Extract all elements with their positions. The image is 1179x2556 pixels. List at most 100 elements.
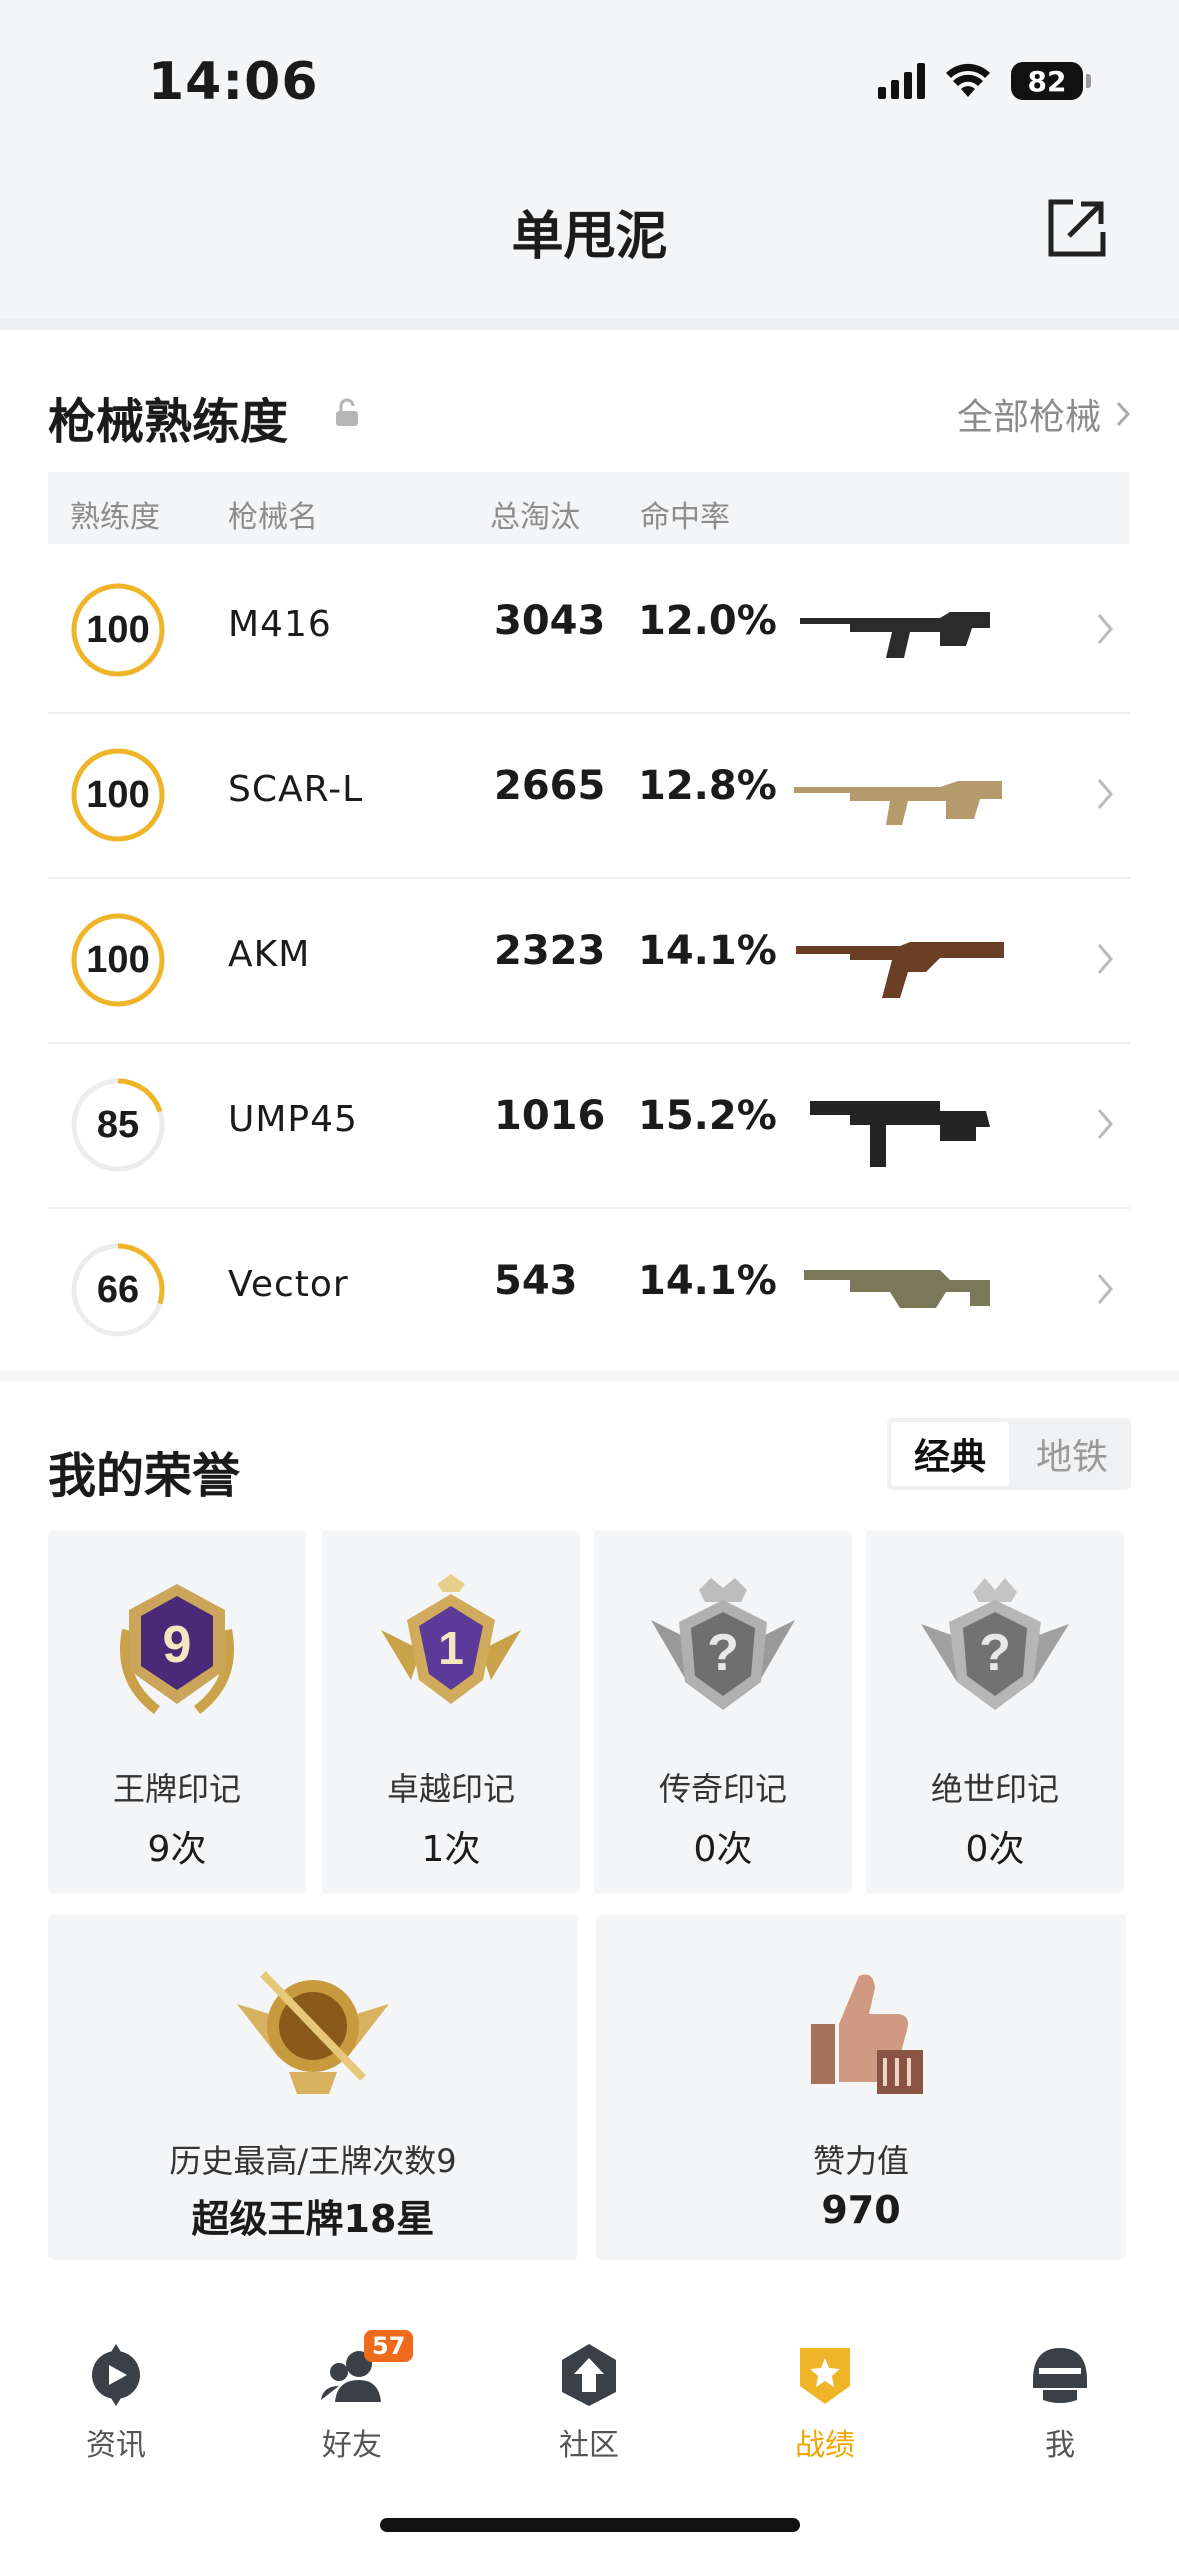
col-hit-rate: 命中率 — [640, 500, 730, 535]
tab-news[interactable]: 资讯 — [16, 2340, 216, 2464]
mastery-level: 66 — [96, 1268, 140, 1311]
chevron-right-icon — [1097, 1274, 1113, 1304]
weapon-image — [794, 781, 1002, 825]
chevron-right-icon — [1097, 779, 1113, 809]
svg-text:9: 9 — [163, 1616, 192, 1674]
weapon-image — [796, 942, 1004, 998]
weapon-kills: 1016 — [494, 1093, 606, 1139]
tab-label: 资讯 — [86, 2428, 146, 2463]
honor-label: 卓越印记 — [386, 1770, 515, 1808]
col-mastery: 熟练度 — [70, 500, 160, 535]
news-icon — [92, 2344, 140, 2406]
peerless-mark-badge-icon: ? — [921, 1578, 1069, 1710]
thumbs-up-icon — [811, 1974, 923, 2094]
weapons-table-header: 熟练度 枪械名 总淘汰 命中率 — [48, 472, 1130, 544]
tab-label: 好友 — [322, 2428, 382, 2463]
best-rank-label: 历史最高/王牌次数9 — [169, 2142, 457, 2180]
chevron-right-icon — [1097, 1109, 1113, 1139]
weapon-image — [804, 1270, 990, 1308]
best-rank-cell[interactable]: 历史最高/王牌次数9 超级王牌18星 — [48, 1914, 578, 2260]
honor-label: 王牌印记 — [112, 1770, 241, 1808]
weapon-hit-rate: 15.2% — [638, 1093, 777, 1139]
weapon-name: UMP45 — [228, 1099, 358, 1140]
weapon-row[interactable]: 100 M416 3043 12.0% — [48, 548, 1130, 714]
weapon-name: AKM — [228, 934, 311, 975]
tab-label: 我 — [1045, 2428, 1075, 2463]
tab-label: 社区 — [559, 2428, 619, 2463]
status-time: 14:06 — [148, 52, 319, 112]
likes-value: 970 — [821, 2188, 901, 2232]
toggle-metro[interactable]: 地铁 — [1013, 1418, 1131, 1490]
honor-legend-mark[interactable]: ? 传奇印记 0次 — [594, 1530, 852, 1894]
col-total-kills: 总淘汰 — [490, 500, 580, 535]
friends-notification-badge: 57 — [364, 2330, 414, 2362]
best-rank-value: 超级王牌18星 — [191, 2197, 435, 2241]
page-title: 单甩泥 — [511, 207, 668, 267]
tab-community[interactable]: 社区 — [489, 2340, 689, 2464]
likes-cell[interactable]: 赞力值 970 — [596, 1914, 1126, 2260]
unlock-icon — [336, 398, 358, 426]
weapon-hit-rate: 12.0% — [638, 598, 777, 644]
honor-count: 1次 — [421, 1829, 481, 1870]
all-weapons-label: 全部枪械 — [956, 397, 1101, 438]
honor-excellence-mark[interactable]: 1 卓越印记 1次 — [322, 1530, 580, 1894]
weapon-kills: 543 — [494, 1258, 578, 1304]
svg-text:?: ? — [979, 1624, 1011, 1682]
weapon-name: M416 — [228, 604, 332, 645]
chevron-right-icon — [1116, 401, 1131, 427]
honor-count: 0次 — [693, 1829, 753, 1870]
honor-peerless-mark[interactable]: ? 绝世印记 0次 — [866, 1530, 1124, 1894]
weapon-row[interactable]: 66 Vector 543 14.1% — [48, 1208, 1130, 1372]
weapon-kills: 2323 — [494, 928, 606, 974]
excellence-mark-badge-icon: 1 — [381, 1574, 521, 1704]
weapon-hit-rate: 14.1% — [638, 928, 777, 974]
likes-label: 赞力值 — [812, 2142, 909, 2180]
weapon-kills: 3043 — [494, 598, 606, 644]
mastery-level: 85 — [96, 1103, 140, 1146]
honor-ace-mark[interactable]: 9 王牌印记 9次 — [48, 1530, 306, 1894]
chevron-right-icon — [1097, 944, 1113, 974]
battery-indicator: 82 — [1011, 62, 1091, 100]
chevron-right-icon — [1097, 614, 1113, 644]
weapon-kills: 2665 — [494, 763, 606, 809]
helmet-icon — [1033, 2348, 1087, 2403]
weapon-hit-rate: 12.8% — [638, 763, 777, 809]
svg-text:1: 1 — [438, 1622, 464, 1674]
weapon-name: SCAR-L — [228, 769, 364, 810]
ace-mark-badge-icon: 9 — [120, 1584, 234, 1714]
wifi-icon — [946, 63, 990, 97]
honor-label: 传奇印记 — [658, 1770, 787, 1808]
signal-icon — [878, 63, 925, 99]
home-indicator — [380, 2518, 800, 2532]
super-ace-badge-icon — [237, 1971, 389, 2094]
honor-label: 绝世印记 — [930, 1770, 1059, 1808]
tab-me[interactable]: 我 — [960, 2340, 1160, 2464]
weapon-hit-rate: 14.1% — [638, 1258, 777, 1304]
tab-friends[interactable]: 57 好友 — [252, 2330, 452, 2464]
toggle-classic[interactable]: 经典 — [891, 1422, 1009, 1486]
honor-count: 9次 — [147, 1829, 207, 1870]
mastery-level: 100 — [86, 938, 150, 981]
weapon-image — [810, 1101, 990, 1167]
share-icon[interactable] — [1045, 196, 1109, 260]
mastery-level: 100 — [86, 773, 150, 816]
legend-mark-badge-icon: ? — [651, 1578, 795, 1710]
weapon-name: Vector — [228, 1264, 349, 1305]
weapon-row[interactable]: 100 SCAR-L 2665 12.8% — [48, 713, 1130, 879]
weapons-title: 枪械熟练度 — [48, 394, 289, 450]
tab-record[interactable]: 战绩 — [725, 2340, 925, 2464]
mode-toggle: 经典 地铁 — [887, 1418, 1131, 1490]
weapon-row[interactable]: 100 AKM 2323 14.1% — [48, 878, 1130, 1044]
status-icons: 82 — [878, 62, 1091, 100]
all-weapons-link[interactable]: 全部枪械 — [957, 388, 1131, 440]
tab-label: 战绩 — [795, 2428, 855, 2463]
honor-count: 0次 — [965, 1829, 1025, 1870]
weapon-row[interactable]: 85 UMP45 1016 15.2% — [48, 1043, 1130, 1209]
weapon-image — [800, 612, 990, 658]
mastery-level: 100 — [86, 608, 150, 651]
section-divider — [0, 318, 1179, 330]
honor-title: 我的荣誉 — [48, 1448, 241, 1504]
record-shield-icon — [800, 2348, 850, 2404]
svg-text:?: ? — [707, 1624, 739, 1682]
col-weapon-name: 枪械名 — [228, 500, 318, 535]
